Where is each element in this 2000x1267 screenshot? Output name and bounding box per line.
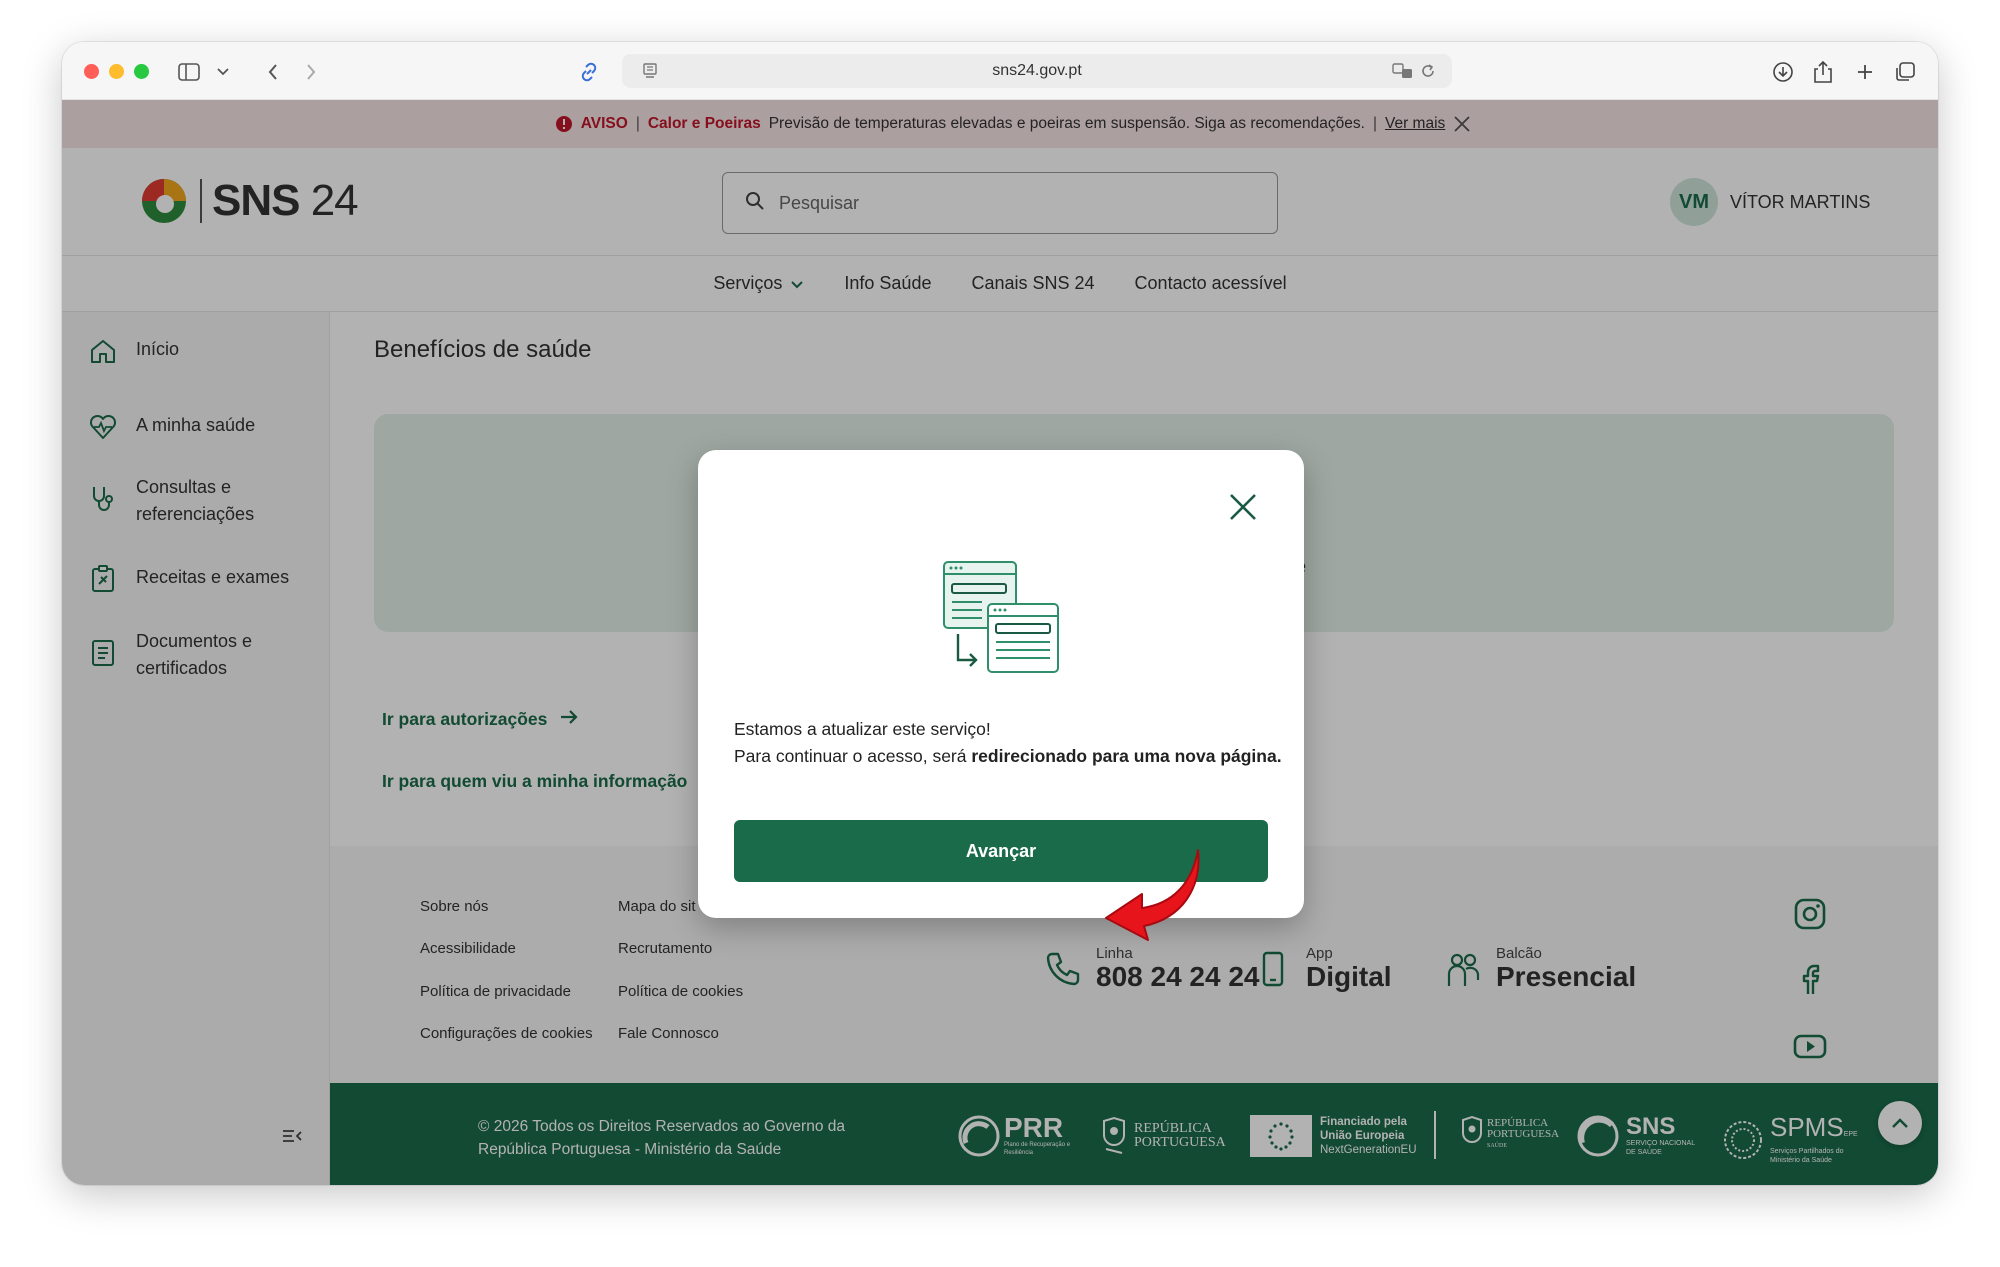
browser-window: sns24.gov.pt AVISO | Calor e Poeiras Pre…	[62, 42, 1938, 1185]
forward-icon[interactable]	[296, 57, 326, 87]
sidebar-toggle-icon[interactable]	[174, 57, 204, 87]
share-icon[interactable]	[1808, 57, 1838, 87]
translate-icon[interactable]	[1392, 62, 1414, 85]
dialog-message: Estamos a atualizar este serviço! Para c…	[734, 719, 1282, 766]
chevron-down-icon[interactable]	[208, 57, 238, 87]
download-icon[interactable]	[1768, 57, 1798, 87]
address-bar[interactable]: sns24.gov.pt	[622, 54, 1452, 88]
close-window-button[interactable]	[84, 64, 99, 79]
sns24-page: AVISO | Calor e Poeiras Previsão de temp…	[62, 100, 1938, 1185]
red-pointer-arrow-icon	[1105, 849, 1200, 941]
redirect-dialog: Estamos a atualizar este serviço! Para c…	[698, 450, 1304, 918]
tabs-overview-icon[interactable]	[1890, 57, 1920, 87]
close-icon[interactable]	[1226, 490, 1260, 524]
new-tab-icon[interactable]	[1850, 57, 1880, 87]
zoom-window-button[interactable]	[134, 64, 149, 79]
browser-toolbar: sns24.gov.pt	[62, 42, 1938, 100]
link-icon[interactable]	[574, 57, 604, 87]
update-pages-icon	[943, 561, 1059, 673]
url-text: sns24.gov.pt	[992, 62, 1082, 79]
minimize-window-button[interactable]	[109, 64, 124, 79]
reload-icon[interactable]	[1420, 62, 1436, 85]
back-icon[interactable]	[258, 57, 288, 87]
